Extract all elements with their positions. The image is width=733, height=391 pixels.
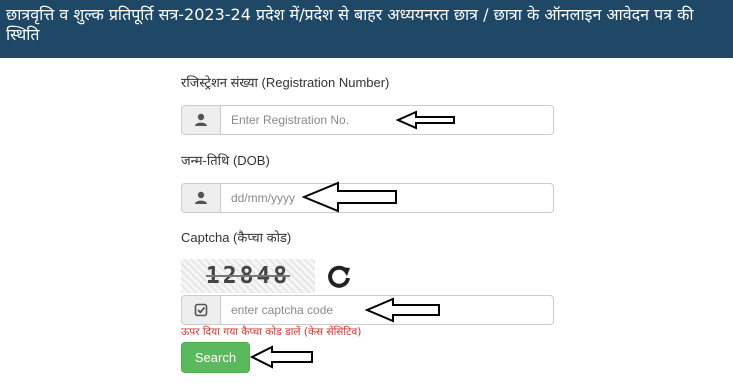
left-arrow-icon	[302, 181, 397, 213]
captcha-image-text: 12848	[205, 263, 291, 289]
registration-input-group	[181, 105, 554, 135]
check-square-icon	[182, 296, 221, 324]
left-arrow-icon	[365, 297, 440, 323]
user-icon	[182, 106, 221, 134]
registration-number-input[interactable]	[221, 106, 553, 134]
captcha-label: Captcha (कैप्चा कोड)	[181, 230, 292, 245]
page-header: छात्रवृत्ति व शुल्क प्रतिपूर्ति सत्र-202…	[0, 0, 733, 58]
dob-label: जन्म-तिथि (DOB)	[181, 153, 270, 168]
refresh-icon[interactable]	[326, 264, 352, 294]
left-arrow-icon	[396, 110, 455, 130]
user-icon	[182, 184, 221, 212]
captcha-hint: ऊपर दिया गया कैप्चा कोड डालें (केस सेंसि…	[181, 326, 362, 338]
page-title: छात्रवृत्ति व शुल्क प्रतिपूर्ति सत्र-202…	[6, 5, 694, 44]
search-button[interactable]: Search	[181, 342, 250, 373]
left-arrow-icon	[250, 345, 313, 369]
captcha-image: 12848	[181, 259, 315, 293]
registration-label: रजिस्ट्रेशन संख्या (Registration Number)	[181, 75, 390, 90]
